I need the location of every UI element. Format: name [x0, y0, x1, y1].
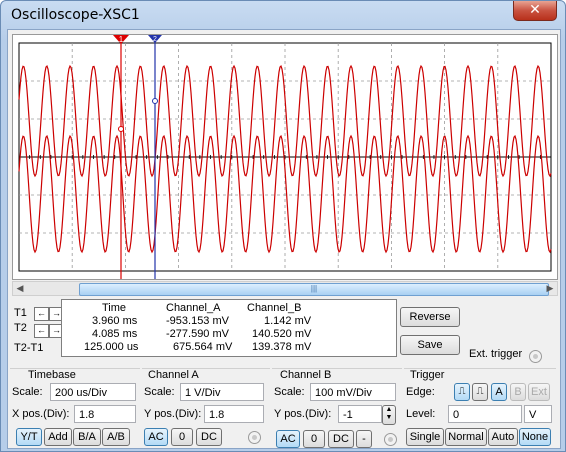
falling-edge-icon[interactable]: ⎍	[472, 383, 488, 401]
timebase-scale-field[interactable]: 200 us/Div	[50, 383, 136, 401]
trigger-group: Trigger Edge: ⎍ ⎍ A B Ext Level: 0 V Sin…	[404, 368, 556, 447]
readout-header-channel-a: Channel_A	[166, 302, 221, 314]
time-scrollbar[interactable]: ◀ ||| ▶	[12, 281, 558, 296]
channel-a-scale-label: Scale:	[144, 386, 175, 398]
trigger-level-field[interactable]: 0	[448, 405, 522, 423]
t2-left-arrow-icon[interactable]: ←	[34, 324, 49, 338]
scope-screen: 12	[12, 34, 558, 280]
trigger-source-b-button[interactable]: B	[510, 383, 526, 401]
channel-b-dc-button[interactable]: DC	[328, 430, 354, 448]
timebase-xpos-label: X pos.(Div):	[12, 408, 70, 420]
channel-a-dc-button[interactable]: DC	[196, 428, 222, 446]
mode-ab-button[interactable]: A/B	[102, 428, 130, 446]
readout-t2-channel-b: 140.520 mV	[252, 328, 312, 340]
readout-t1-channel-a: -953.153 mV	[166, 315, 229, 327]
t1-label: T1	[14, 307, 27, 319]
trigger-single-button[interactable]: Single	[406, 428, 444, 446]
ext-trigger-label: Ext. trigger	[469, 348, 523, 360]
readout-header-channel-b: Channel_B	[247, 302, 302, 314]
trigger-auto-button[interactable]: Auto	[488, 428, 518, 446]
trigger-edge-label: Edge:	[406, 386, 435, 398]
rising-edge-icon[interactable]: ⎍	[454, 383, 470, 401]
channel-a-scale-field[interactable]: 1 V/Div	[180, 383, 264, 401]
channel-a-ypos-field[interactable]: 1.8	[204, 405, 264, 423]
t2-label: T2	[14, 322, 27, 334]
close-button[interactable]: ✕	[513, 1, 557, 21]
cursor-1-label: 1	[119, 35, 124, 44]
t1-left-arrow-icon[interactable]: ←	[34, 307, 49, 321]
timebase-xpos-field[interactable]: 1.8	[74, 405, 136, 423]
oscilloscope-window: Oscilloscope-XSC1 ✕ 12 ◀ ||| ▶ T1 ← → T2…	[0, 0, 566, 452]
channel-b-group: Channel B Scale: 100 mV/Div Y pos.(Div):…	[272, 368, 402, 448]
channel-b-ypos-field[interactable]: -1	[338, 405, 382, 423]
channel-b-ypos-label: Y pos.(Div):	[274, 408, 332, 420]
save-button[interactable]: Save	[400, 335, 460, 355]
channel-a-terminal-icon[interactable]	[248, 431, 261, 444]
title-bar[interactable]: Oscilloscope-XSC1 ✕	[1, 1, 565, 29]
channel-b-scale-field[interactable]: 100 mV/Div	[310, 383, 396, 401]
timebase-title: Timebase	[28, 369, 76, 381]
readout-t1-time: 3.960 ms	[92, 315, 138, 327]
readout-delta-time: 125.000 us	[84, 341, 139, 353]
readout-header-time: Time	[102, 302, 127, 314]
readout-delta-channel-a: 675.564 mV	[173, 341, 233, 353]
channel-b-invert-button[interactable]: -	[356, 430, 372, 448]
client-area: 12 ◀ ||| ▶ T1 ← → T2 ← → T2-T1 Time Chan…	[7, 29, 561, 449]
channel-a-title: Channel A	[148, 369, 199, 381]
channel-a-ac-button[interactable]: AC	[144, 428, 168, 446]
measurement-readout: Time Channel_A Channel_B 3.960 ms -953.1…	[61, 299, 397, 357]
trigger-level-label: Level:	[406, 408, 436, 420]
scroll-right-arrow-icon[interactable]: ▶	[543, 282, 557, 295]
channel-b-ypos-spinner-icon[interactable]: ▲ ▼	[382, 405, 396, 425]
window-title: Oscilloscope-XSC1	[11, 7, 140, 23]
trigger-title: Trigger	[410, 369, 445, 381]
trigger-source-ext-button[interactable]: Ext	[528, 383, 550, 401]
channel-b-ac-button[interactable]: AC	[276, 430, 300, 448]
readout-delta-channel-b: 139.378 mV	[252, 341, 312, 353]
scroll-thumb[interactable]: |||	[79, 283, 549, 296]
channel-b-zero-button[interactable]: 0	[303, 430, 325, 448]
ext-trigger-terminal-icon[interactable]	[529, 350, 542, 363]
scroll-left-arrow-icon[interactable]: ◀	[13, 282, 27, 295]
trigger-level-unit[interactable]: V	[524, 405, 552, 423]
channel-a-zero-button[interactable]: 0	[171, 428, 193, 446]
cursor-2-marker	[152, 98, 158, 104]
channel-b-title: Channel B	[280, 369, 332, 381]
reverse-button[interactable]: Reverse	[400, 307, 460, 327]
readout-t2-channel-a: -277.590 mV	[166, 328, 229, 340]
mode-add-button[interactable]: Add	[44, 428, 72, 446]
mode-yt-button[interactable]: Y/T	[16, 428, 42, 446]
timebase-scale-label: Scale:	[12, 386, 43, 398]
timebase-group: Timebase Scale: 200 us/Div X pos.(Div): …	[10, 368, 140, 447]
trigger-source-a-button[interactable]: A	[491, 383, 507, 401]
channel-a-ypos-label: Y pos.(Div):	[144, 408, 202, 420]
trigger-none-button[interactable]: None	[519, 428, 551, 446]
readout-t2-time: 4.085 ms	[92, 328, 138, 340]
channel-b-terminal-icon[interactable]	[384, 433, 397, 446]
readout-t1-channel-b: 1.142 mV	[264, 315, 312, 327]
channel-a-group: Channel A Scale: 1 V/Div Y pos.(Div): 1.…	[142, 368, 270, 447]
t2-t1-label: T2-T1	[14, 342, 44, 354]
cursor-1-marker	[118, 126, 124, 132]
mode-ba-button[interactable]: B/A	[73, 428, 101, 446]
scope-plot: 12	[18, 35, 552, 279]
channel-b-scale-label: Scale:	[274, 386, 305, 398]
cursor-2-label: 2	[153, 36, 157, 43]
trigger-normal-button[interactable]: Normal	[445, 428, 487, 446]
